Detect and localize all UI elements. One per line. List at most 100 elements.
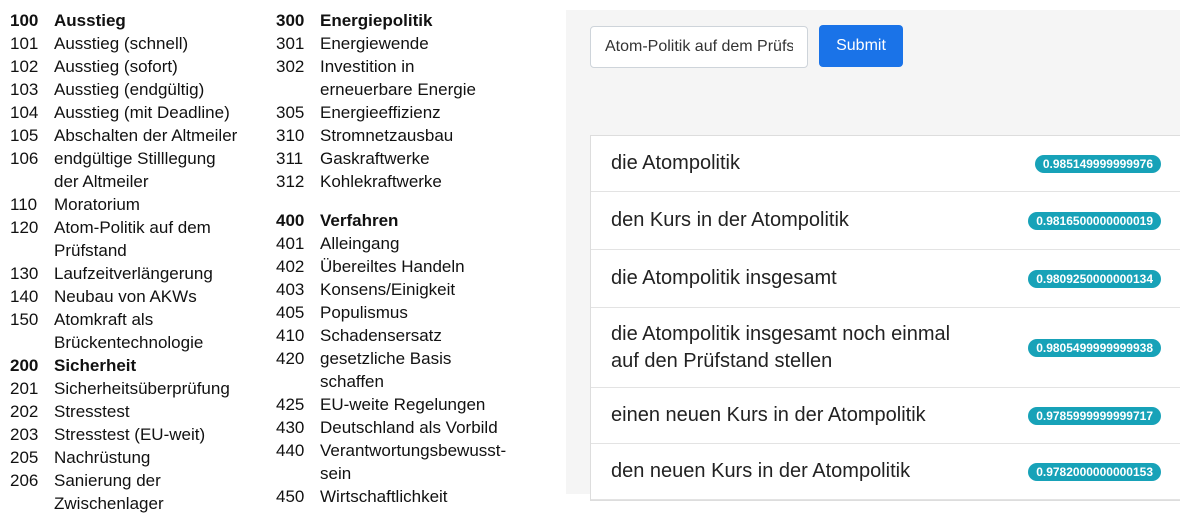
code-number: 206 [10,471,39,490]
code-number [10,331,54,354]
score-badge: 0.9816500000000019 [1028,211,1161,230]
code-label: Abschalten der Altmeiler [54,126,238,145]
code-item: 312 Kohlekraftwerke [276,170,566,193]
code-number: 425 [276,395,305,414]
code-number [276,370,320,393]
result-item[interactable]: einen neuen Kurs in der Atompolitik 0.978… [591,388,1180,444]
code-number: 202 [10,402,39,421]
code-number: 106 [10,149,39,168]
search-panel: Submit die Atompolitik0.985149999999976d… [566,10,1180,501]
code-label: Sanierung der [54,471,161,490]
code-item: schaffen [276,370,566,393]
code-item: 105 Abschalten der Altmeiler [10,124,270,147]
submit-button[interactable]: Submit [819,25,903,67]
code-label: Alleingang [320,234,400,253]
search-input[interactable] [590,26,808,68]
code-number: 301 [276,34,305,53]
code-column-2: 300 Energiepolitik 301 Energiewende 302 Inves… [276,9,566,508]
code-label: Energieeffizienz [320,103,441,122]
code-label: Deutschland als Vorbild [320,418,498,437]
code-number: 201 [10,379,39,398]
code-number: 103 [10,80,39,99]
score-badge: 0.9805499999999938 [1028,338,1161,357]
code-section-heading: 100 Ausstieg [10,9,270,32]
result-item[interactable]: den Kurs in der Atompolitik 0.98165000000… [591,192,1180,250]
code-number: 205 [10,448,39,467]
code-item: erneuerbare Energie [276,78,566,101]
code-label: Stromnetzausbau [320,126,454,145]
result-item[interactable]: die Atompolitik 0.985149999999976 [591,136,1180,192]
results-list: die Atompolitik 0.985149999999976 den Kurs… [590,135,1180,501]
code-label: gesetzliche Basis [320,349,452,368]
code-label: sein [320,464,352,483]
result-item[interactable]: den neuen Kurs in der Atompolitik 0.97820… [591,444,1180,500]
code-number: 200 [10,356,39,375]
code-number: 400 [276,211,305,230]
code-label: Wirtschaftlichkeit [320,487,448,506]
code-label: Sicherheitsüberprüfung [54,379,230,398]
code-number: 140 [10,287,39,306]
code-number: 150 [10,310,39,329]
code-label: Prüfstand [54,241,127,260]
code-item: 310 Stromnetzausbau [276,124,566,147]
code-label: Investition in [320,57,415,76]
result-text: die Atompolitik insgesamt [611,267,837,289]
code-item: Brückentechnologie [10,331,270,354]
code-item: 202 Stresstest [10,400,270,423]
code-number: 101 [10,34,39,53]
code-item: 110 Moratorium [10,193,270,216]
code-item: 301 Energiewende [276,32,566,55]
result-item[interactable]: die Atompolitik insgesamt 0.9809250000000… [591,250,1180,308]
code-item: 104 Ausstieg (mit Deadline) [10,101,270,124]
code-label: Ausstieg (mit Deadline) [54,103,230,122]
code-label: Energiewende [320,34,429,53]
result-item[interactable]: die Atompolitik insgesamt noch einmal au… [591,308,1180,388]
code-label: Atom-Politik auf dem [54,218,211,237]
code-label: Verantwortungsbewusst- [320,441,507,460]
code-item: sein [276,462,566,485]
code-label: Kohlekraftwerke [320,172,442,191]
code-item: 401 Alleingang [276,232,566,255]
code-section-heading: 300 Energiepolitik [276,9,566,32]
code-item: 402 Übereiltes Handeln [276,255,566,278]
score-badge: 0.985149999999976 [1034,154,1161,173]
code-number [276,78,320,101]
code-label: Zwischenlager [54,494,164,513]
code-label: Energiepolitik [320,11,433,30]
code-item: 102 Ausstieg (sofort) [10,55,270,78]
code-item: 403 Konsens/Einigkeit [276,278,566,301]
code-number: 203 [10,425,39,444]
code-item: 101 Ausstieg (schnell) [10,32,270,55]
code-label: Stresstest [54,402,130,421]
result-text: den Kurs in der Atompolitik [611,209,849,231]
code-label: schaffen [320,372,384,391]
code-number [10,492,54,515]
code-section-heading: 400 Verfahren [276,209,566,232]
code-label: Schadensersatz [320,326,442,345]
code-label: erneuerbare Energie [320,80,476,99]
code-item: 140 Neubau von AKWs [10,285,270,308]
code-label: der Altmeiler [54,172,149,191]
code-number: 305 [276,103,305,122]
code-number [10,239,54,262]
result-text: den neuen Kurs in der Atompolitik [611,460,911,482]
code-label: Verfahren [320,211,399,230]
code-item: 405 Populismus [276,301,566,324]
code-item: der Altmeiler [10,170,270,193]
code-number: 120 [10,218,39,237]
code-item: Zwischenlager [10,492,270,515]
code-item: 203 Stresstest (EU-weit) [10,423,270,446]
code-number: 403 [276,280,305,299]
code-item: 103 Ausstieg (endgültig) [10,78,270,101]
code-label: Moratorium [54,195,140,214]
code-number: 311 [276,149,304,168]
code-number: 420 [276,349,305,368]
code-number: 440 [276,441,305,460]
code-number: 102 [10,57,39,76]
result-text: die Atompolitik insgesamt noch einmal au… [611,322,951,372]
code-column-1: 100 Ausstieg 101 Ausstieg (schnell) 102 Ausst… [10,9,270,515]
code-label: EU-weite Regelungen [320,395,486,414]
code-label: Neubau von AKWs [54,287,197,306]
score-badge: 0.9782000000000153 [1028,462,1161,481]
code-label: Ausstieg [54,11,126,30]
